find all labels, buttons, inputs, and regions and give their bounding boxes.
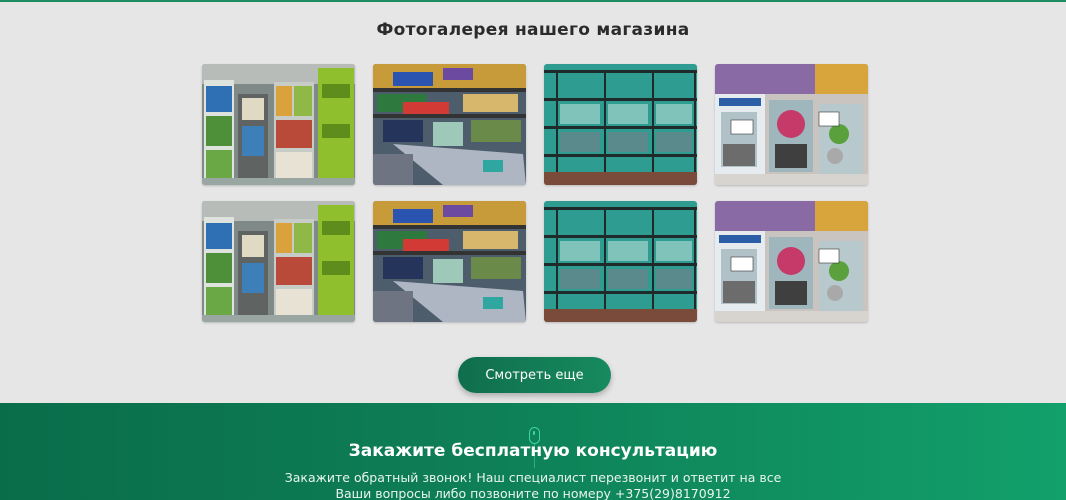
- gallery-photo-2[interactable]: [373, 64, 526, 185]
- gallery-photo-8[interactable]: [715, 201, 868, 322]
- consultation-section: Закажите бесплатную консультацию Закажит…: [0, 403, 1066, 500]
- consultation-title: Закажите бесплатную консультацию: [348, 441, 718, 461]
- photo-grid: [202, 64, 868, 324]
- consultation-text-line-1: Закажите обратный звонок! Наш специалист…: [284, 470, 782, 485]
- gallery-photo-3[interactable]: [544, 64, 697, 185]
- photo-gallery-section: Фотогалерея нашего магазина Смотреть еще: [0, 2, 1066, 403]
- consultation-text-line-2: Ваши вопросы либо позвоните по номеру +3…: [335, 486, 731, 500]
- gallery-photo-4[interactable]: [715, 64, 868, 185]
- gallery-title: Фотогалерея нашего магазина: [376, 20, 690, 40]
- gallery-photo-6[interactable]: [373, 201, 526, 322]
- show-more-button[interactable]: Смотреть еще: [458, 357, 611, 393]
- gallery-photo-7[interactable]: [544, 201, 697, 322]
- gallery-photo-1[interactable]: [202, 64, 355, 185]
- gallery-photo-5[interactable]: [202, 201, 355, 322]
- consultation-description: Закажите обратный звонок! Наш специалист…: [283, 470, 783, 500]
